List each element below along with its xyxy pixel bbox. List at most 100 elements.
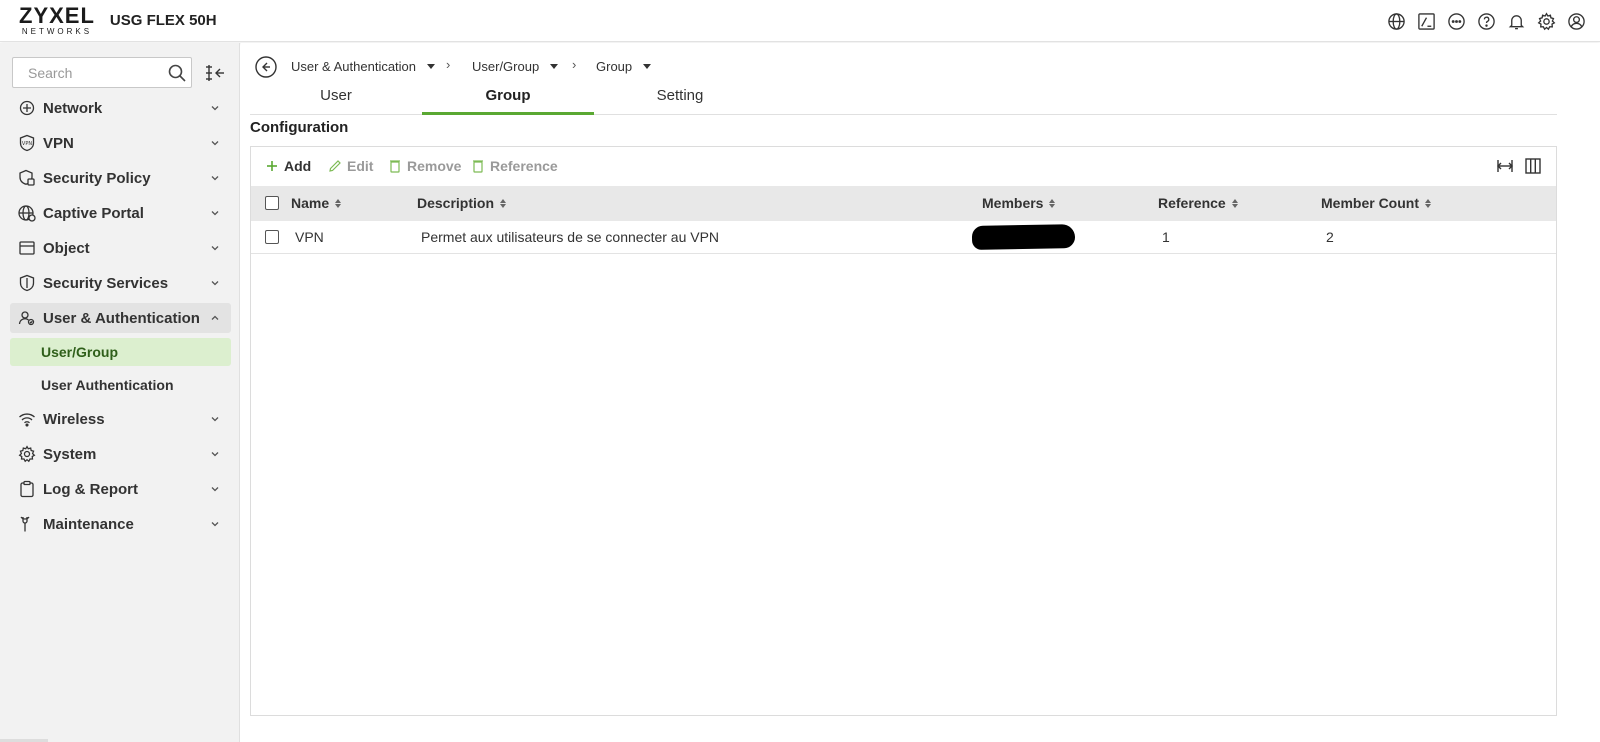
trash-icon — [388, 159, 402, 173]
column-label: Name — [291, 195, 330, 211]
security-policy-icon — [18, 169, 36, 187]
remove-button[interactable]: Remove — [388, 158, 461, 174]
gear-icon — [18, 445, 36, 463]
search-box — [12, 57, 192, 88]
search-icon[interactable] — [167, 63, 187, 88]
breadcrumb-user-group[interactable]: User/Group — [472, 59, 559, 74]
sidebar-item-wireless[interactable]: Wireless — [10, 404, 231, 434]
tab-group[interactable]: Group — [422, 83, 594, 115]
add-button[interactable]: Add — [265, 158, 311, 174]
globe-icon[interactable] — [1386, 11, 1406, 31]
terminal-icon[interactable] — [1416, 11, 1436, 31]
chevron-down-icon — [211, 211, 219, 216]
logo-subtext: NETWORKS — [21, 27, 93, 36]
sidebar-item-system[interactable]: System — [10, 439, 231, 469]
tab-label: User — [320, 87, 352, 104]
captive-portal-icon — [18, 204, 36, 222]
column-header-description[interactable]: Description — [417, 195, 507, 211]
caret-down-icon — [550, 64, 559, 69]
sidebar-item-object[interactable]: Object — [10, 233, 231, 263]
gear-icon[interactable] — [1536, 11, 1556, 31]
redacted-members — [971, 224, 1076, 250]
sidebar-item-label: VPN — [43, 134, 74, 152]
reference-label: Reference — [490, 158, 558, 174]
help-icon[interactable] — [1476, 11, 1496, 31]
table-row[interactable]: VPN Permet aux utilisateurs de se connec… — [251, 221, 1556, 254]
more-icon[interactable] — [1446, 11, 1466, 31]
zyxel-logo[interactable]: ZYXEL NETWORKS — [19, 5, 95, 36]
sidebar-item-label: User & Authentication — [43, 309, 200, 327]
add-label: Add — [284, 158, 312, 174]
shield-icon — [18, 274, 36, 292]
bell-icon[interactable] — [1506, 11, 1526, 31]
sidebar-subitem-user-group[interactable]: User/Group — [10, 338, 231, 366]
column-header-name[interactable]: Name — [291, 195, 342, 211]
sidebar-item-log-report[interactable]: Log & Report — [10, 474, 231, 504]
search-input[interactable] — [28, 64, 168, 81]
sort-icon — [1231, 198, 1238, 208]
breadcrumb-group[interactable]: Group — [596, 59, 652, 74]
sidebar-item-captive-portal[interactable]: Captive Portal — [10, 198, 231, 228]
sort-icon — [1425, 198, 1431, 208]
column-header-members[interactable]: Members — [982, 195, 1056, 211]
row-checkbox[interactable] — [265, 230, 279, 244]
column-label: Members — [982, 195, 1044, 211]
sidebar: Network VPN VPN Security Policy Captive … — [0, 43, 240, 742]
sidebar-item-security-policy[interactable]: Security Policy — [10, 163, 231, 193]
table-toolbar: Add Edit Remove Reference — [251, 147, 1556, 186]
column-label: Member Count — [1321, 195, 1419, 211]
sidebar-subitem-label: User Authentication — [41, 377, 174, 393]
cell-name: VPN — [295, 229, 324, 245]
sidebar-item-maintenance[interactable]: Maintenance — [10, 509, 231, 539]
header-actions — [1386, 11, 1586, 31]
fit-width-icon[interactable] — [1496, 157, 1516, 175]
columns-icon[interactable] — [1524, 157, 1544, 175]
edit-label: Edit — [347, 158, 374, 174]
sidebar-item-user-authentication[interactable]: User & Authentication — [10, 303, 231, 333]
caret-down-icon — [427, 64, 436, 69]
sidebar-item-vpn[interactable]: VPN VPN — [10, 128, 231, 158]
reference-icon — [471, 159, 485, 173]
sidebar-item-label: Maintenance — [43, 515, 134, 533]
select-all-checkbox[interactable] — [265, 196, 279, 210]
back-arrow-icon[interactable] — [255, 56, 277, 78]
object-icon — [18, 239, 36, 257]
reference-button[interactable]: Reference — [471, 158, 558, 174]
network-icon — [18, 99, 36, 117]
chevron-down-icon — [211, 106, 219, 111]
breadcrumb-user-authentication[interactable]: User & Authentication — [291, 59, 436, 74]
breadcrumb-label: User & Authentication — [291, 59, 417, 74]
user-auth-icon — [18, 309, 36, 327]
edit-button[interactable]: Edit — [328, 158, 373, 174]
chevron-down-icon — [211, 452, 219, 457]
column-header-member-count[interactable]: Member Count — [1321, 195, 1431, 211]
tab-setting[interactable]: Setting — [594, 83, 766, 115]
sidebar-item-label: Security Services — [43, 274, 169, 292]
sidebar-item-network[interactable]: Network — [10, 93, 231, 123]
tab-label: Group — [485, 87, 531, 104]
sidebar-item-label: System — [43, 445, 97, 463]
sidebar-subitem-label: User/Group — [41, 344, 119, 360]
user-icon[interactable] — [1566, 11, 1586, 31]
chevron-down-icon — [211, 141, 219, 146]
breadcrumb-label: User/Group — [472, 59, 540, 74]
main-content: User & Authentication › User/Group › Gro… — [241, 43, 1600, 742]
sidebar-item-security-services[interactable]: Security Services — [10, 268, 231, 298]
chevron-down-icon — [211, 522, 219, 527]
collapse-sidebar-icon[interactable] — [204, 63, 226, 83]
cell-description: Permet aux utilisateurs de se connecter … — [421, 229, 720, 245]
sidebar-item-label: Object — [43, 239, 90, 257]
table-header: Name Description Members Reference Membe… — [251, 186, 1556, 221]
sidebar-item-label: Captive Portal — [43, 204, 144, 222]
column-header-reference[interactable]: Reference — [1158, 195, 1238, 211]
chevron-down-icon — [211, 281, 219, 286]
breadcrumb-label: Group — [596, 59, 633, 74]
column-label: Reference — [1158, 195, 1226, 211]
cell-member-count: 2 — [1326, 229, 1334, 245]
logo-text: ZYXEL — [19, 3, 95, 28]
remove-label: Remove — [407, 158, 462, 174]
sidebar-subitem-user-authentication[interactable]: User Authentication — [10, 371, 231, 399]
breadcrumb-separator-icon: › — [572, 57, 577, 72]
vpn-shield-icon: VPN — [18, 134, 36, 152]
tab-user[interactable]: User — [250, 83, 422, 115]
